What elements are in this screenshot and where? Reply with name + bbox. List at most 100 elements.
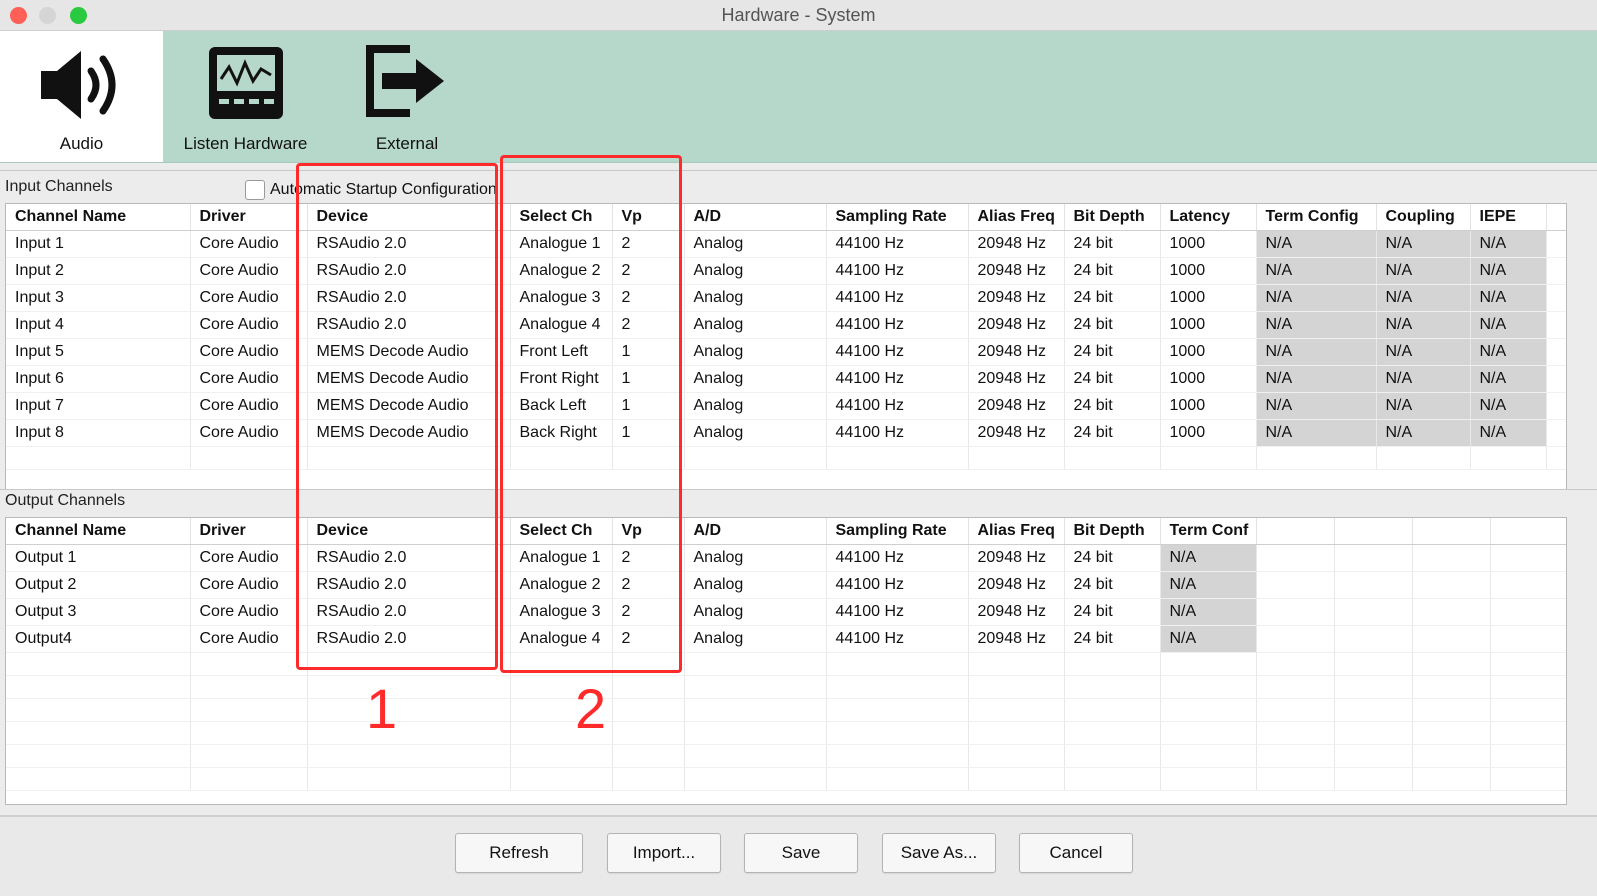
output-cell[interactable]: 44100 Hz <box>826 544 969 572</box>
input-cell[interactable]: 1000 <box>1160 311 1257 339</box>
input-cell[interactable]: 24 bit <box>1064 419 1161 447</box>
input-cell[interactable]: Core Audio <box>190 284 308 312</box>
output-cell[interactable]: 20948 Hz <box>968 625 1065 653</box>
input-cell[interactable]: 24 bit <box>1064 365 1161 393</box>
input-cell[interactable]: N/A <box>1256 311 1377 339</box>
input-cell[interactable]: Core Audio <box>190 365 308 393</box>
input-cell[interactable]: N/A <box>1470 257 1547 285</box>
output-cell[interactable]: Core Audio <box>190 625 308 653</box>
input-cell[interactable]: N/A <box>1376 338 1471 366</box>
input-cell[interactable]: N/A <box>1376 257 1471 285</box>
input-cell[interactable]: Analog <box>684 311 827 339</box>
input-cell[interactable]: 24 bit <box>1064 392 1161 420</box>
input-cell[interactable]: 20948 Hz <box>968 284 1065 312</box>
output-cell[interactable]: 20948 Hz <box>968 571 1065 599</box>
input-cell[interactable]: Input 2 <box>6 257 191 285</box>
input-cell[interactable]: 24 bit <box>1064 230 1161 258</box>
input-cell[interactable]: 44100 Hz <box>826 419 969 447</box>
input-column-header[interactable]: Bit Depth <box>1064 204 1161 231</box>
output-cell[interactable]: 24 bit <box>1064 598 1161 626</box>
output-column-header[interactable]: A/D <box>684 518 827 545</box>
output-cell[interactable]: 44100 Hz <box>826 598 969 626</box>
input-cell[interactable]: 24 bit <box>1064 311 1161 339</box>
input-cell[interactable]: 1000 <box>1160 284 1257 312</box>
input-column-header[interactable]: Driver <box>190 204 308 231</box>
input-column-header[interactable]: A/D <box>684 204 827 231</box>
input-channel-row[interactable]: Input 5 Core Audio MEMS Decode Audio Front … <box>6 338 1566 366</box>
input-column-header[interactable]: Term Config <box>1256 204 1377 231</box>
input-channel-row[interactable]: Input 6 Core Audio MEMS Decode Audio Front … <box>6 365 1566 393</box>
input-cell[interactable]: Input 1 <box>6 230 191 258</box>
input-cell[interactable]: N/A <box>1256 338 1377 366</box>
input-cell[interactable]: N/A <box>1470 284 1547 312</box>
save-as-button[interactable]: Save As... <box>882 833 996 873</box>
input-cell[interactable]: Input 6 <box>6 365 191 393</box>
input-cell[interactable]: 20948 Hz <box>968 392 1065 420</box>
input-cell[interactable]: N/A <box>1376 284 1471 312</box>
output-cell[interactable]: Output 3 <box>6 598 191 626</box>
input-cell[interactable]: Analog <box>684 338 827 366</box>
input-cell[interactable]: N/A <box>1376 311 1471 339</box>
input-cell[interactable]: 44100 Hz <box>826 338 969 366</box>
input-cell[interactable]: N/A <box>1256 392 1377 420</box>
input-cell[interactable]: Core Audio <box>190 257 308 285</box>
output-column-header[interactable]: Alias Freq <box>968 518 1065 545</box>
input-cell[interactable]: 24 bit <box>1064 257 1161 285</box>
input-channel-row[interactable]: Input 4 Core Audio RSAudio 2.0 Analogue 42A… <box>6 311 1566 339</box>
input-cell[interactable]: N/A <box>1470 392 1547 420</box>
input-cell[interactable]: N/A <box>1470 419 1547 447</box>
output-column-header[interactable]: Driver <box>190 518 308 545</box>
output-cell[interactable]: Output4 <box>6 625 191 653</box>
output-cell[interactable]: 44100 Hz <box>826 625 969 653</box>
input-channel-row[interactable]: Input 8 Core Audio MEMS Decode Audio Back R… <box>6 419 1566 447</box>
input-cell[interactable]: N/A <box>1256 419 1377 447</box>
output-cell[interactable]: 24 bit <box>1064 544 1161 572</box>
input-cell[interactable]: N/A <box>1256 365 1377 393</box>
output-channel-row[interactable]: Output4 Core Audio RSAudio 2.0 Analogue 42A… <box>6 625 1566 653</box>
input-cell[interactable]: Core Audio <box>190 392 308 420</box>
input-channel-row[interactable]: Input 2 Core Audio RSAudio 2.0 Analogue 22A… <box>6 257 1566 285</box>
output-cell[interactable]: Output 1 <box>6 544 191 572</box>
input-column-header[interactable]: Alias Freq <box>968 204 1065 231</box>
output-cell[interactable]: Analog <box>684 598 827 626</box>
input-cell[interactable]: 44100 Hz <box>826 311 969 339</box>
toolbar-item-audio[interactable]: Audio <box>0 31 163 162</box>
input-channel-row[interactable]: Input 1 Core Audio RSAudio 2.0 Analogue 12A… <box>6 230 1566 258</box>
input-cell[interactable]: 20948 Hz <box>968 365 1065 393</box>
output-column-header[interactable]: Sampling Rate <box>826 518 969 545</box>
input-cell[interactable]: 20948 Hz <box>968 338 1065 366</box>
input-cell[interactable]: N/A <box>1470 311 1547 339</box>
output-cell[interactable]: 44100 Hz <box>826 571 969 599</box>
input-cell[interactable]: N/A <box>1376 365 1471 393</box>
input-cell[interactable]: 44100 Hz <box>826 392 969 420</box>
output-cell[interactable]: Analog <box>684 625 827 653</box>
input-cell[interactable]: Analog <box>684 284 827 312</box>
output-cell[interactable]: N/A <box>1160 625 1257 653</box>
input-cell[interactable]: N/A <box>1376 419 1471 447</box>
output-column-header[interactable]: Bit Depth <box>1064 518 1161 545</box>
input-cell[interactable]: N/A <box>1470 230 1547 258</box>
input-cell[interactable]: Input 8 <box>6 419 191 447</box>
output-cell[interactable]: N/A <box>1160 544 1257 572</box>
input-cell[interactable]: Core Audio <box>190 338 308 366</box>
input-cell[interactable]: N/A <box>1376 230 1471 258</box>
output-cell[interactable]: Analog <box>684 544 827 572</box>
input-cell[interactable]: 1000 <box>1160 392 1257 420</box>
output-cell[interactable]: Output 2 <box>6 571 191 599</box>
input-cell[interactable]: 24 bit <box>1064 338 1161 366</box>
input-cell[interactable]: 20948 Hz <box>968 230 1065 258</box>
input-cell[interactable]: 1000 <box>1160 257 1257 285</box>
input-cell[interactable]: N/A <box>1256 257 1377 285</box>
output-channel-row[interactable]: Output 2 Core Audio RSAudio 2.0 Analogue 22… <box>6 571 1566 599</box>
output-cell[interactable]: Core Audio <box>190 544 308 572</box>
input-cell[interactable]: Core Audio <box>190 230 308 258</box>
input-cell[interactable]: 20948 Hz <box>968 419 1065 447</box>
import-button[interactable]: Import... <box>607 833 721 873</box>
output-cell[interactable]: N/A <box>1160 598 1257 626</box>
output-cell[interactable]: Core Audio <box>190 571 308 599</box>
input-column-header[interactable]: IEPE <box>1470 204 1547 231</box>
input-cell[interactable]: Analog <box>684 230 827 258</box>
output-cell[interactable]: 24 bit <box>1064 571 1161 599</box>
output-channel-row[interactable]: Output 3 Core Audio RSAudio 2.0 Analogue 32… <box>6 598 1566 626</box>
toolbar-item-listen-hardware[interactable]: Listen Hardware <box>163 31 328 162</box>
